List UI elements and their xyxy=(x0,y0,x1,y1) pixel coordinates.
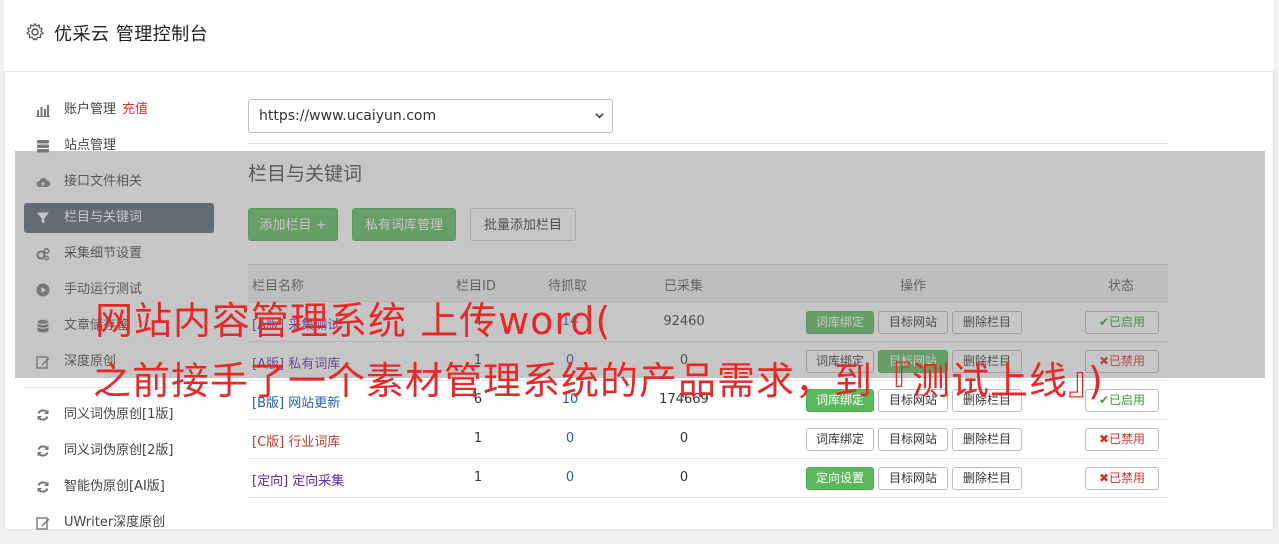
sidebar-item-account[interactable]: 账户管理 充值 xyxy=(24,95,214,125)
chevron-down-icon xyxy=(595,113,604,119)
site-select[interactable]: https://www.ucaiyun.com xyxy=(248,99,613,133)
column-id: 1 xyxy=(473,431,483,446)
target-site-button[interactable]: 目标网站 xyxy=(878,428,948,451)
column-title: 定向采集 xyxy=(292,474,345,489)
bar-chart-icon xyxy=(36,103,50,117)
sidebar-item-synonym-v2[interactable]: 同义词伪原创[2版] xyxy=(24,436,214,466)
sidebar-item-uwriter[interactable]: UWriter深度原创 xyxy=(24,508,214,538)
divider xyxy=(248,143,1168,144)
overlay-caption-line2: 之前接手了一个素材管理系统的产品需求，到『测试上线』) xyxy=(93,359,1104,403)
sidebar-item-label: UWriter深度原创 xyxy=(64,515,166,530)
sidebar-item-label: 智能伪原创[AI版] xyxy=(64,479,165,494)
pending-count[interactable]: 0 xyxy=(540,470,600,485)
column-title: 行业词库 xyxy=(288,435,341,450)
status-toggle[interactable]: ✖已禁用 xyxy=(1085,428,1159,451)
collected-count: 0 xyxy=(679,431,689,446)
status-label: 已禁用 xyxy=(1109,471,1146,485)
sidebar-item-label: 账户管理 xyxy=(64,102,117,117)
refresh-icon xyxy=(36,480,50,494)
pending-count[interactable]: 0 xyxy=(540,431,600,446)
column-id: 1 xyxy=(473,470,483,485)
app-title: 优采云 管理控制台 xyxy=(54,24,209,45)
status-toggle[interactable]: ✖已禁用 xyxy=(1085,467,1159,490)
collected-count: 0 xyxy=(679,470,689,485)
lexicon-bind-button[interactable]: 词库绑定 xyxy=(806,428,874,451)
refresh-icon xyxy=(36,444,50,458)
column-name[interactable]: [定向] 定向采集 xyxy=(252,470,344,489)
column-tag: [C版] xyxy=(252,435,285,450)
delete-column-button[interactable]: 删除栏目 xyxy=(952,428,1022,451)
target-site-button[interactable]: 目标网站 xyxy=(878,467,948,490)
close-icon: ✖ xyxy=(1098,471,1110,485)
column-tag: [定向] xyxy=(252,474,289,489)
recharge-link[interactable]: 充值 xyxy=(122,102,148,117)
edit-icon xyxy=(36,516,50,530)
delete-column-button[interactable]: 删除栏目 xyxy=(952,467,1022,490)
column-name[interactable]: [C版] 行业词库 xyxy=(252,431,340,450)
top-bar: 优采云 管理控制台 xyxy=(4,0,1274,72)
sidebar-item-ai-original[interactable]: 智能伪原创[AI版] xyxy=(24,472,214,502)
table-row: [C版] 行业词库 1 0 0 词库绑定 目标网站 删除栏目 ✖已禁用 xyxy=(248,420,1168,459)
directed-settings-button[interactable]: 定向设置 xyxy=(806,467,874,490)
gear-icon xyxy=(26,22,44,41)
status-label: 已禁用 xyxy=(1109,432,1146,446)
close-icon: ✖ xyxy=(1098,432,1110,446)
site-select-value: https://www.ucaiyun.com xyxy=(259,108,437,124)
refresh-icon xyxy=(36,408,50,422)
sidebar-item-label: 同义词伪原创[2版] xyxy=(64,443,174,458)
overlay-caption-line1: 网站内容管理系统 上传word( xyxy=(95,299,612,343)
table-row: [定向] 定向采集 1 0 0 定向设置 目标网站 删除栏目 ✖已禁用 xyxy=(248,459,1168,498)
